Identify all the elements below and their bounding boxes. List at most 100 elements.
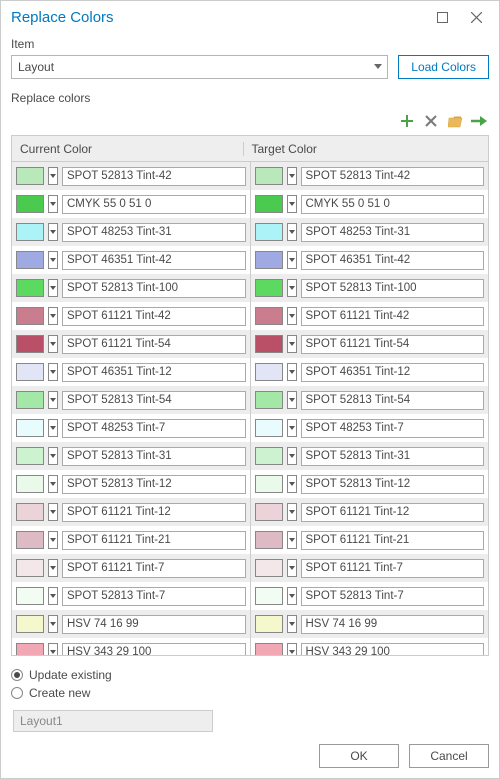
color-swatch[interactable]	[16, 363, 44, 381]
color-dropdown-button[interactable]	[287, 503, 297, 521]
color-dropdown-button[interactable]	[48, 531, 58, 549]
color-name-input[interactable]	[301, 223, 485, 242]
color-swatch[interactable]	[16, 475, 44, 493]
color-name-input[interactable]	[301, 503, 485, 522]
color-dropdown-button[interactable]	[287, 307, 297, 325]
color-name-input[interactable]	[301, 447, 485, 466]
color-swatch[interactable]	[16, 419, 44, 437]
color-dropdown-button[interactable]	[48, 167, 58, 185]
color-dropdown-button[interactable]	[287, 587, 297, 605]
close-button[interactable]	[459, 5, 493, 29]
color-dropdown-button[interactable]	[48, 279, 58, 297]
color-swatch[interactable]	[16, 643, 44, 655]
maximize-button[interactable]	[425, 5, 459, 29]
color-swatch[interactable]	[255, 615, 283, 633]
color-dropdown-button[interactable]	[287, 251, 297, 269]
color-swatch[interactable]	[255, 391, 283, 409]
ok-button[interactable]: OK	[319, 744, 399, 768]
open-folder-button[interactable]	[447, 113, 463, 129]
add-row-button[interactable]	[399, 113, 415, 129]
apply-arrow-button[interactable]	[471, 113, 487, 129]
color-dropdown-button[interactable]	[48, 307, 58, 325]
color-dropdown-button[interactable]	[48, 475, 58, 493]
color-name-input[interactable]	[62, 503, 246, 522]
color-dropdown-button[interactable]	[287, 223, 297, 241]
color-dropdown-button[interactable]	[48, 223, 58, 241]
color-swatch[interactable]	[255, 587, 283, 605]
color-name-input[interactable]	[301, 391, 485, 410]
cancel-button[interactable]: Cancel	[409, 744, 489, 768]
color-swatch[interactable]	[255, 251, 283, 269]
color-name-input[interactable]	[62, 251, 246, 270]
color-dropdown-button[interactable]	[48, 335, 58, 353]
color-name-input[interactable]	[301, 251, 485, 270]
color-dropdown-button[interactable]	[287, 615, 297, 633]
color-swatch[interactable]	[255, 503, 283, 521]
color-name-input[interactable]	[62, 223, 246, 242]
color-swatch[interactable]	[255, 223, 283, 241]
item-combo[interactable]	[11, 55, 388, 79]
color-name-input[interactable]	[62, 167, 246, 186]
color-name-input[interactable]	[301, 643, 485, 656]
color-swatch[interactable]	[255, 559, 283, 577]
color-dropdown-button[interactable]	[48, 587, 58, 605]
color-name-input[interactable]	[62, 587, 246, 606]
color-name-input[interactable]	[62, 391, 246, 410]
color-name-input[interactable]	[62, 615, 246, 634]
color-swatch[interactable]	[255, 307, 283, 325]
item-combo-input[interactable]	[11, 55, 388, 79]
color-swatch[interactable]	[255, 363, 283, 381]
load-colors-button[interactable]: Load Colors	[398, 55, 489, 79]
color-dropdown-button[interactable]	[48, 615, 58, 633]
color-swatch[interactable]	[16, 279, 44, 297]
color-dropdown-button[interactable]	[287, 195, 297, 213]
color-swatch[interactable]	[255, 643, 283, 655]
color-name-input[interactable]	[301, 363, 485, 382]
grid-body[interactable]	[12, 162, 488, 655]
color-name-input[interactable]	[301, 167, 485, 186]
col-target[interactable]: Target Color	[243, 142, 475, 156]
color-dropdown-button[interactable]	[48, 419, 58, 437]
color-name-input[interactable]	[301, 531, 485, 550]
color-swatch[interactable]	[16, 307, 44, 325]
color-swatch[interactable]	[16, 335, 44, 353]
color-swatch[interactable]	[255, 279, 283, 297]
color-swatch[interactable]	[255, 531, 283, 549]
color-swatch[interactable]	[255, 419, 283, 437]
color-swatch[interactable]	[255, 167, 283, 185]
color-swatch[interactable]	[16, 391, 44, 409]
color-swatch[interactable]	[16, 223, 44, 241]
color-dropdown-button[interactable]	[48, 643, 58, 655]
color-dropdown-button[interactable]	[48, 195, 58, 213]
delete-row-button[interactable]	[423, 113, 439, 129]
color-name-input[interactable]	[62, 475, 246, 494]
color-dropdown-button[interactable]	[48, 503, 58, 521]
color-swatch[interactable]	[16, 447, 44, 465]
color-name-input[interactable]	[301, 307, 485, 326]
color-dropdown-button[interactable]	[48, 559, 58, 577]
color-swatch[interactable]	[16, 195, 44, 213]
color-name-input[interactable]	[62, 531, 246, 550]
color-name-input[interactable]	[62, 279, 246, 298]
color-name-input[interactable]	[301, 195, 485, 214]
color-name-input[interactable]	[62, 419, 246, 438]
color-swatch[interactable]	[16, 167, 44, 185]
color-name-input[interactable]	[301, 587, 485, 606]
color-swatch[interactable]	[16, 559, 44, 577]
color-swatch[interactable]	[255, 335, 283, 353]
color-swatch[interactable]	[255, 475, 283, 493]
color-name-input[interactable]	[62, 447, 246, 466]
color-dropdown-button[interactable]	[287, 643, 297, 655]
col-current[interactable]: Current Color	[12, 142, 243, 156]
color-name-input[interactable]	[62, 559, 246, 578]
color-name-input[interactable]	[301, 475, 485, 494]
color-name-input[interactable]	[301, 279, 485, 298]
radio-create-new[interactable]: Create new	[11, 684, 489, 702]
color-name-input[interactable]	[301, 335, 485, 354]
color-dropdown-button[interactable]	[48, 391, 58, 409]
color-name-input[interactable]	[62, 335, 246, 354]
color-swatch[interactable]	[16, 531, 44, 549]
color-dropdown-button[interactable]	[287, 419, 297, 437]
color-dropdown-button[interactable]	[48, 447, 58, 465]
color-dropdown-button[interactable]	[287, 475, 297, 493]
